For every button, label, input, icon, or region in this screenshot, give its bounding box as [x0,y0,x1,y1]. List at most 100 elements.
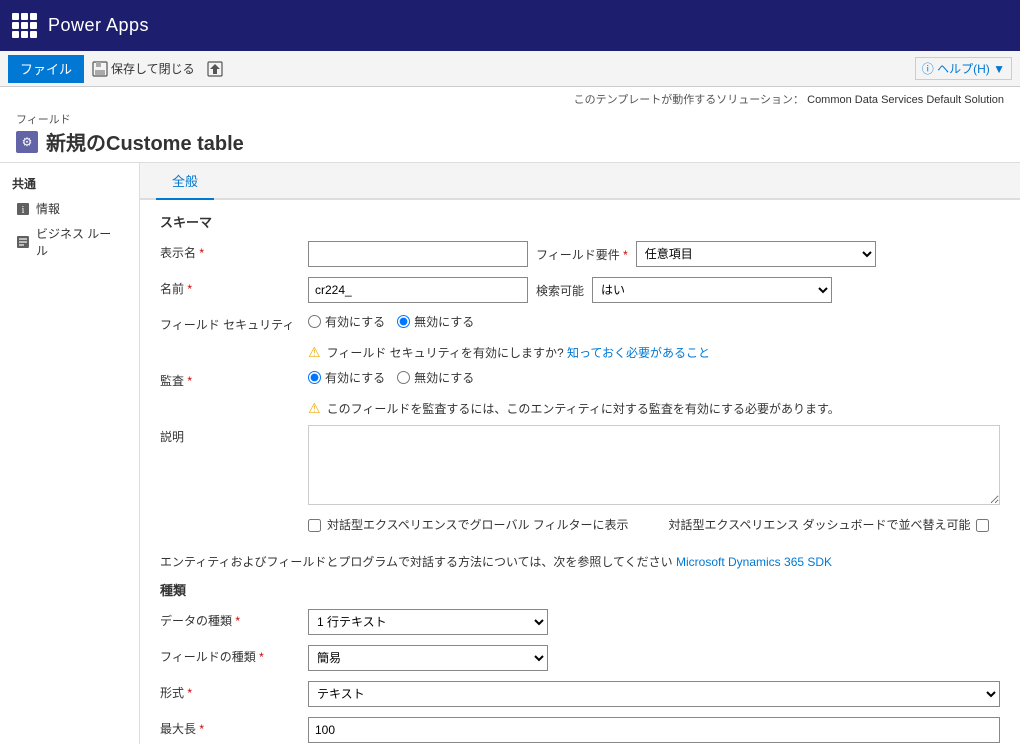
main-area: 全般 スキーマ 表示名 * フィールド要件 * 任意項目 [140,163,1020,744]
app-title: Power Apps [48,15,149,36]
checkbox-row: 対話型エクスペリエンスでグローバル フィルターに表示 対話型エクスペリエンス ダ… [308,518,989,534]
help-label: ヘルプ(H) [937,62,990,76]
conv-dashboard-label: 対話型エクスペリエンス ダッシュボードで並べ替え可能 [669,518,971,532]
audit-disable-option[interactable]: 無効にする [397,369,474,386]
field-security-row: フィールド セキュリティ 有効にする 無効にする [160,313,1000,334]
sidebar-item-business-rule[interactable]: ビジネス ルール [0,221,139,263]
spacer-label [160,518,300,522]
app-grid-icon[interactable] [12,13,38,39]
data-type-select[interactable]: 1 行テキスト 複数行テキスト 整数 [308,609,548,635]
searchable-label: 検索可能 [536,282,584,299]
solution-bar: このテンプレートが動作するソリューション： Common Data Servic… [16,91,1004,107]
save-icon [92,61,108,77]
max-length-row: 最大長 * [160,717,1000,743]
rule-icon [16,235,30,249]
conv-filter-label: 対話型エクスペリエンスでグローバル フィルターに表示 [327,518,629,532]
field-type-select[interactable]: 簡易 計算済み ロールアップ [308,645,548,671]
audit-enable-option[interactable]: 有効にする [308,369,385,386]
title-row: フィールド ⚙ 新規のCustome table [16,111,1004,156]
field-security-controls: 有効にする 無効にする [308,313,1000,330]
file-tab[interactable]: ファイル [8,55,84,83]
conv-filter-checkbox[interactable] [308,519,321,532]
solution-value: Common Data Services Default Solution [807,94,1004,106]
help-button[interactable]: ⓘ ヘルプ(H) ▼ [915,57,1012,80]
sdk-link[interactable]: Microsoft Dynamics 365 SDK [676,555,832,569]
sidebar: 共通 i 情報 ビジネス ルール [0,163,140,744]
data-type-label: データの種類 * [160,609,300,630]
warning-icon-security: ⚠ [308,344,321,361]
gear-icon: ⚙ [16,131,38,153]
breadcrumb: フィールド [16,111,244,127]
sidebar-item-info[interactable]: i 情報 [0,196,139,221]
help-dropdown-icon: ▼ [993,62,1005,76]
sidebar-item-info-label: 情報 [36,200,60,217]
display-name-label: 表示名 * [160,241,300,262]
entity-info-label: エンティティおよびフィールドとプログラムで対話する方法については、次を参照してく… [160,555,673,569]
field-required-select[interactable]: 任意項目 [636,241,876,267]
field-security-enable-option[interactable]: 有効にする [308,313,385,330]
audit-enable-radio[interactable] [308,371,321,384]
tab-general[interactable]: 全般 [156,163,214,200]
format-row: 形式 * テキスト メール テキスト エリア URL ティッカー シンボル 電話 [160,681,1000,707]
format-select[interactable]: テキスト メール テキスト エリア URL ティッカー シンボル 電話 [308,681,1000,707]
display-name-row: 表示名 * フィールド要件 * 任意項目 [160,241,1000,267]
solution-label: このテンプレートが動作するソリューション： [574,94,804,106]
field-security-enable-radio[interactable] [308,315,321,328]
form-body: スキーマ 表示名 * フィールド要件 * 任意項目 [140,200,1020,744]
field-type-row: フィールドの種類 * 簡易 計算済み ロールアップ [160,645,1000,671]
max-length-input[interactable] [308,717,1000,743]
content-area: 共通 i 情報 ビジネス ルール 全般 スキーマ [0,163,1020,744]
toolbar: ファイル 保存して閉じる ⓘ ヘルプ(H) ▼ [0,51,1020,87]
name-input[interactable] [308,277,528,303]
top-bar: Power Apps [0,0,1020,51]
conversational-controls: 対話型エクスペリエンスでグローバル フィルターに表示 対話型エクスペリエンス ダ… [308,518,1000,544]
name-label: 名前 * [160,277,300,298]
audit-controls: 有効にする 無効にする [308,369,1000,386]
sidebar-item-rule-label: ビジネス ルール [36,225,123,259]
sidebar-section-label: 共通 [0,171,139,196]
types-section-title: 種類 [160,580,1000,599]
format-controls: テキスト メール テキスト エリア URL ティッカー シンボル 電話 [308,681,1000,707]
conversational-row: 対話型エクスペリエンスでグローバル フィルターに表示 対話型エクスペリエンス ダ… [160,518,1000,544]
field-security-link[interactable]: 知っておく必要があること [567,346,710,360]
field-security-disable-radio[interactable] [397,315,410,328]
field-security-label: フィールド セキュリティ [160,313,300,334]
info-icon: i [16,202,30,216]
field-type-label: フィールドの種類 * [160,645,300,666]
description-label: 説明 [160,425,300,446]
save-close-label: 保存して閉じる [111,60,195,77]
field-type-controls: 簡易 計算済み ロールアップ [308,645,1000,671]
description-row: 説明 [160,425,1000,508]
data-type-controls: 1 行テキスト 複数行テキスト 整数 [308,609,1000,635]
description-textarea[interactable] [308,425,1000,505]
audit-warning-text: このフィールドを監査するには、このエンティティに対する監査を有効にする必要があり… [327,400,840,417]
name-controls: 検索可能 はい いいえ [308,277,1000,303]
help-icon: ⓘ [922,62,934,76]
max-length-controls [308,717,1000,743]
data-type-row: データの種類 * 1 行テキスト 複数行テキスト 整数 [160,609,1000,635]
audit-radio-group: 有効にする 無効にする [308,369,474,386]
save-button[interactable]: 保存して閉じる [88,58,199,79]
field-security-warning-row: ⚠ フィールド セキュリティを有効にしますか? 知っておく必要があること [308,344,1000,361]
name-row: 名前 * 検索可能 はい いいえ [160,277,1000,303]
publish-icon [207,61,223,77]
display-name-input[interactable] [308,241,528,267]
description-controls [308,425,1000,508]
max-length-label: 最大長 * [160,717,300,738]
schema-section-title: スキーマ [160,212,1000,231]
field-security-disable-option[interactable]: 無効にする [397,313,474,330]
audit-warning-row: ⚠ このフィールドを監査するには、このエンティティに対する監査を有効にする必要が… [308,400,1000,417]
warning-icon-audit: ⚠ [308,400,321,417]
display-name-controls: フィールド要件 * 任意項目 [308,241,1000,267]
audit-row: 監査 * 有効にする 無効にする [160,369,1000,390]
conv-dashboard-checkbox[interactable] [976,519,989,532]
publish-button[interactable] [203,59,227,79]
conv-filter-item: 対話型エクスペリエンスでグローバル フィルターに表示 [308,518,629,534]
format-label: 形式 * [160,681,300,702]
audit-disable-radio[interactable] [397,371,410,384]
page-title: 新規のCustome table [46,127,244,156]
field-security-radio-group: 有効にする 無効にする [308,313,474,330]
searchable-select[interactable]: はい いいえ [592,277,832,303]
sdk-link-row: エンティティおよびフィールドとプログラムで対話する方法については、次を参照してく… [160,553,1000,570]
svg-text:i: i [22,205,25,216]
